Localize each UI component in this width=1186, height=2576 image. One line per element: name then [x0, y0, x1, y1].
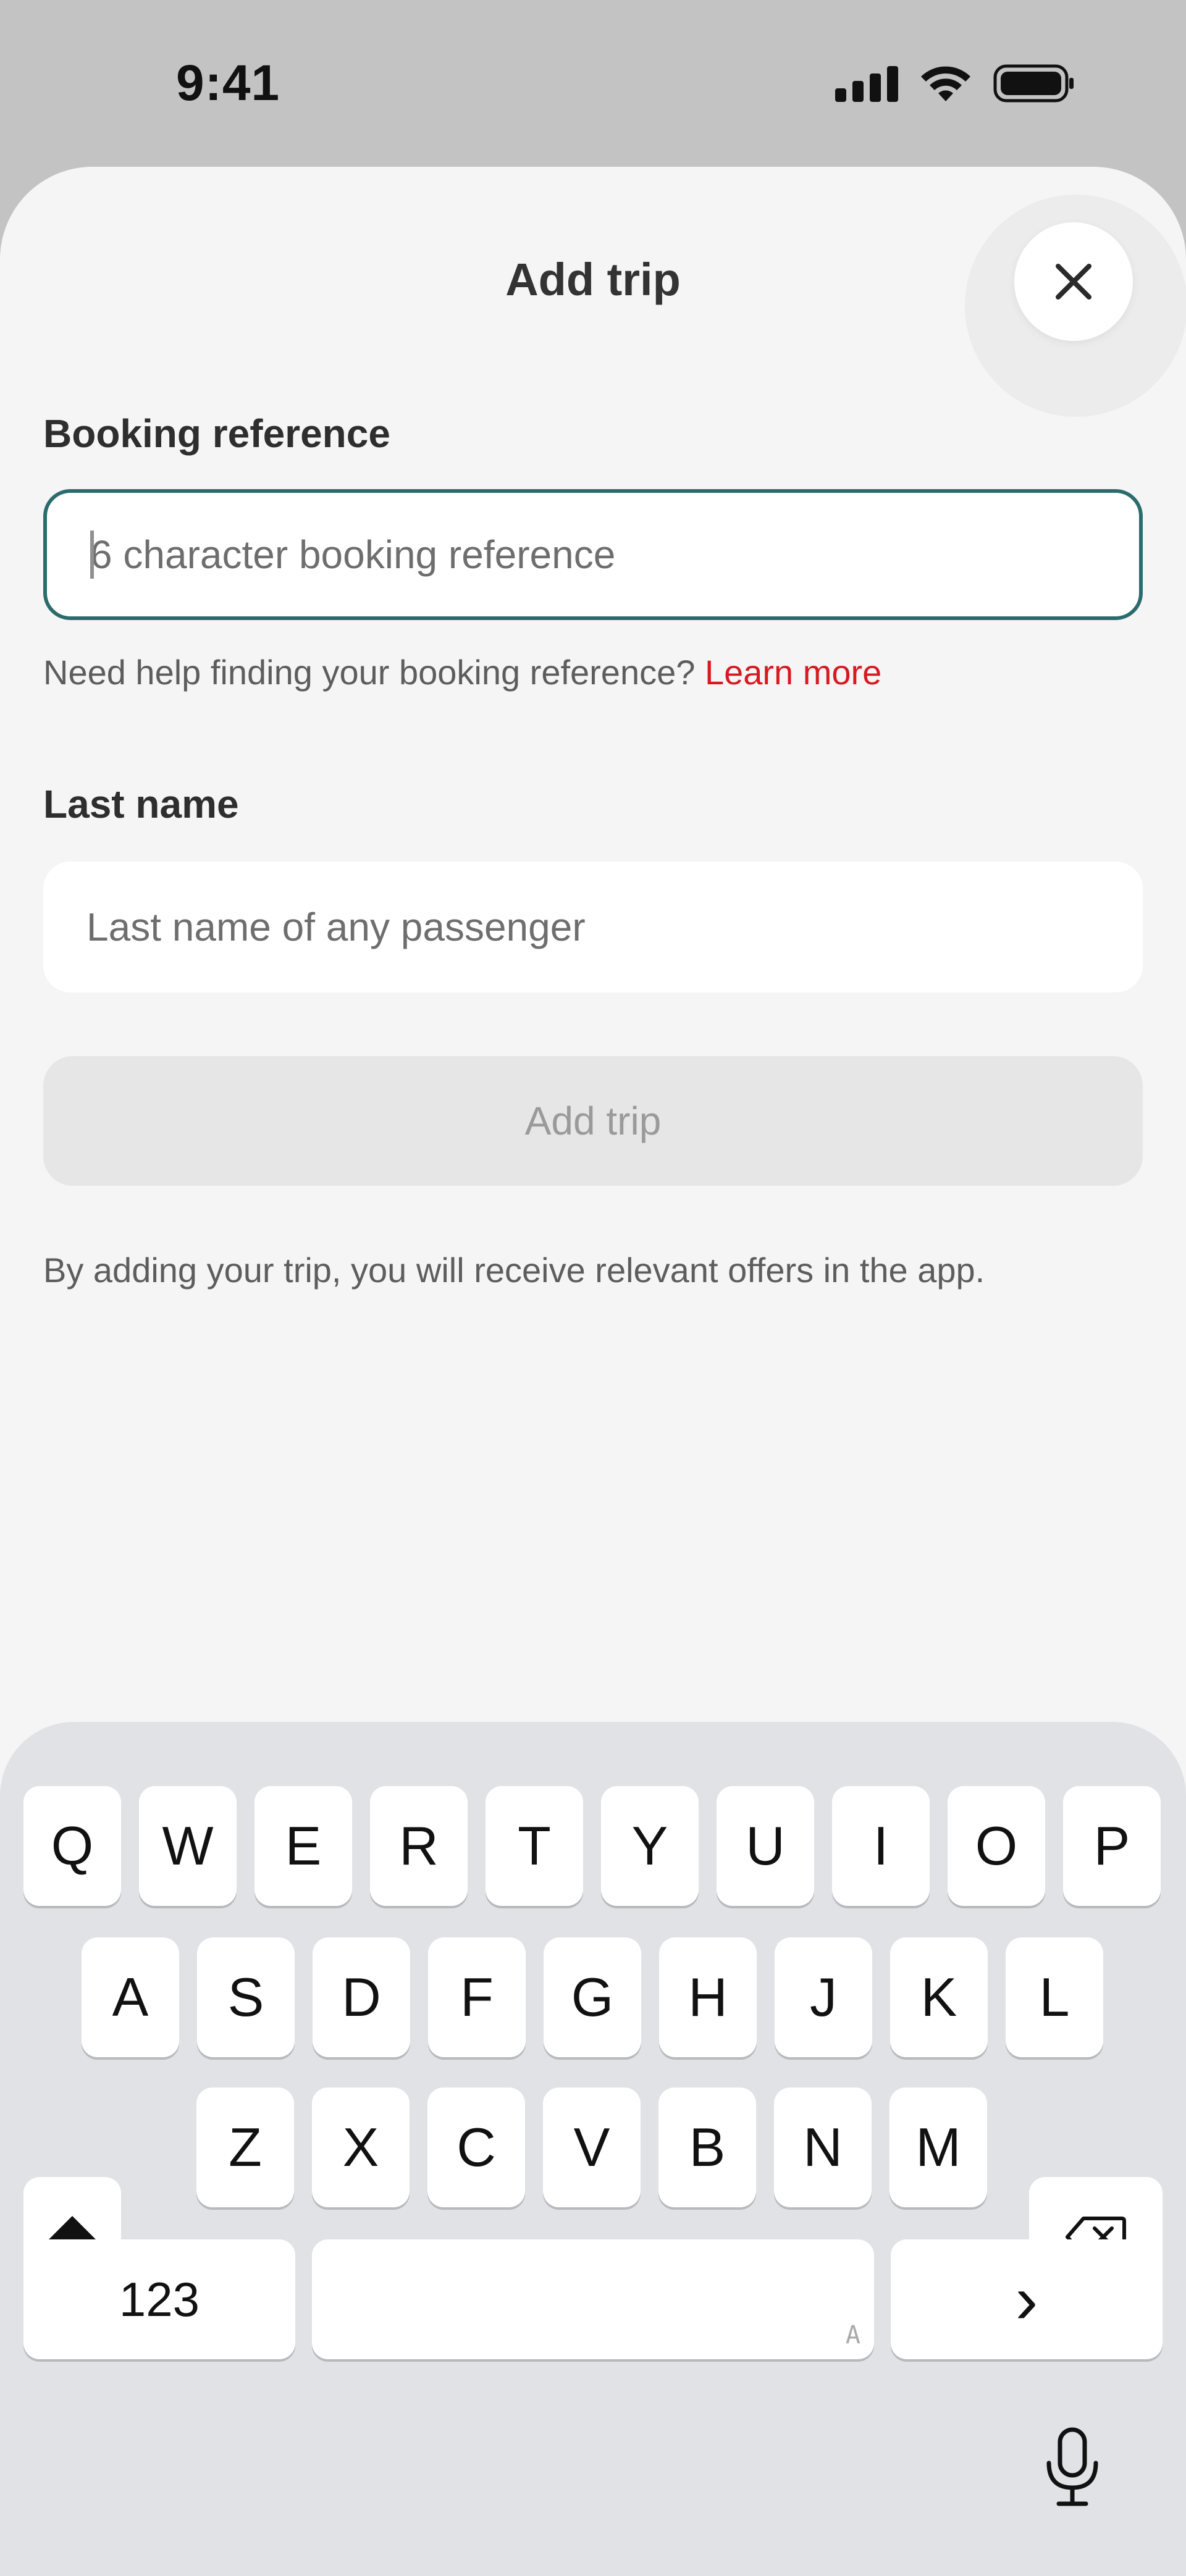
booking-reference-input[interactable]: 6 character booking reference	[43, 489, 1143, 620]
key-l[interactable]: L	[1006, 1937, 1103, 2057]
key-n[interactable]: N	[774, 2087, 872, 2207]
space-key-hint: A	[845, 2321, 860, 2349]
key-k[interactable]: K	[890, 1937, 988, 2057]
key-c[interactable]: C	[427, 2087, 525, 2207]
key-g[interactable]: G	[544, 1937, 641, 2057]
key-s[interactable]: S	[197, 1937, 295, 2057]
key-q[interactable]: Q	[23, 1786, 121, 1906]
onscreen-keyboard: QWERTYUIOP ASDFGHJKL ZXCVBNM 123 A ›	[0, 1722, 1186, 2576]
status-bar: 9:41	[0, 0, 1186, 167]
booking-help-text: Need help finding your booking reference…	[43, 652, 881, 692]
offers-disclaimer: By adding your trip, you will receive re…	[43, 1251, 985, 1290]
return-key[interactable]: ›	[891, 2239, 1163, 2359]
signal-icon	[835, 65, 898, 102]
last-name-input[interactable]: Last name of any passenger	[43, 862, 1143, 992]
booking-reference-label: Booking reference	[43, 411, 390, 456]
battery-icon	[993, 64, 1074, 103]
sheet-title: Add trip	[505, 254, 681, 305]
key-d[interactable]: D	[313, 1937, 410, 2057]
learn-more-link[interactable]: Learn more	[705, 653, 881, 692]
key-r[interactable]: R	[370, 1786, 468, 1906]
numbers-key[interactable]: 123	[23, 2239, 295, 2359]
key-t[interactable]: T	[486, 1786, 583, 1906]
key-j[interactable]: J	[775, 1937, 872, 2057]
space-key[interactable]: A	[312, 2239, 874, 2359]
status-time: 9:41	[176, 55, 280, 111]
last-name-placeholder: Last name of any passenger	[86, 905, 586, 949]
last-name-label: Last name	[43, 782, 239, 826]
add-trip-button[interactable]: Add trip	[43, 1056, 1143, 1186]
text-cursor	[90, 531, 94, 579]
key-p[interactable]: P	[1063, 1786, 1161, 1906]
key-o[interactable]: O	[948, 1786, 1045, 1906]
key-e[interactable]: E	[254, 1786, 352, 1906]
key-y[interactable]: Y	[601, 1786, 699, 1906]
microphone-icon[interactable]	[1044, 2427, 1101, 2507]
key-u[interactable]: U	[717, 1786, 814, 1906]
key-b[interactable]: B	[658, 2087, 756, 2207]
booking-reference-placeholder: 6 character booking reference	[90, 532, 616, 577]
booking-help-question: Need help finding your booking reference…	[43, 653, 696, 692]
key-v[interactable]: V	[543, 2087, 641, 2207]
wifi-icon	[921, 66, 970, 101]
key-h[interactable]: H	[659, 1937, 757, 2057]
key-m[interactable]: M	[890, 2087, 987, 2207]
key-x[interactable]: X	[312, 2087, 410, 2207]
status-icons	[835, 64, 1075, 103]
key-w[interactable]: W	[139, 1786, 237, 1906]
key-i[interactable]: I	[832, 1786, 930, 1906]
key-z[interactable]: Z	[196, 2087, 294, 2207]
key-f[interactable]: F	[428, 1937, 526, 2057]
key-a[interactable]: A	[82, 1937, 179, 2057]
